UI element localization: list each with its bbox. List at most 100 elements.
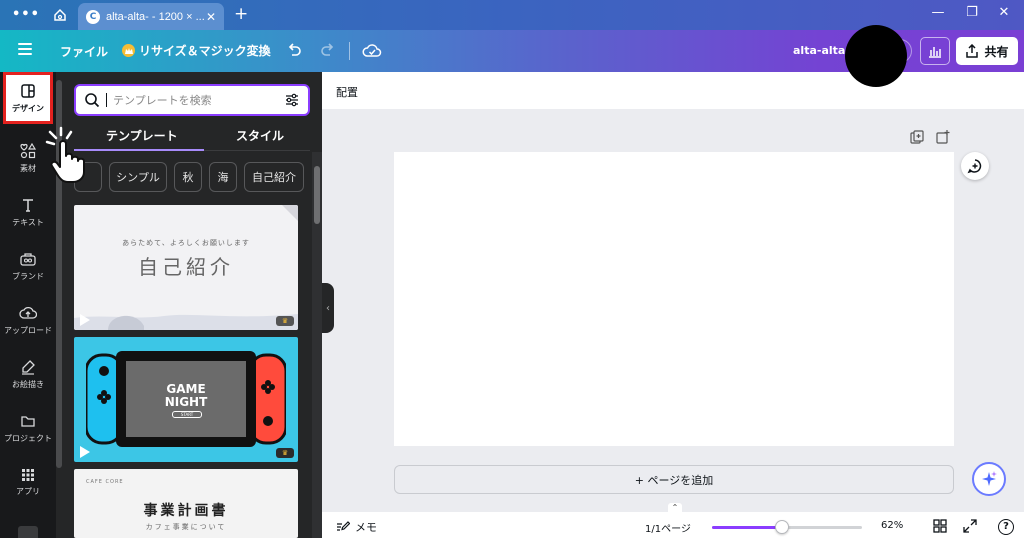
premium-crown-icon: ♛: [276, 316, 294, 326]
bar-chart-icon: [929, 47, 941, 58]
chip-simple[interactable]: シンプル: [109, 162, 167, 192]
rail-label: プロジェクト: [4, 433, 52, 443]
redo-icon[interactable]: [319, 40, 337, 58]
text-caret: [106, 93, 107, 107]
crown-icon: [122, 44, 135, 57]
design-page[interactable]: [394, 152, 954, 446]
rail-item-design[interactable]: デザイン: [3, 72, 53, 124]
template-search-input[interactable]: [113, 93, 284, 107]
filter-sliders-icon[interactable]: [284, 92, 300, 108]
magic-assistant-button[interactable]: [972, 462, 1006, 496]
help-button[interactable]: ?: [998, 519, 1014, 535]
magic-resize-button[interactable]: リサイズ＆マジック変換: [122, 42, 271, 59]
folder-icon: [21, 415, 35, 427]
tab-title: alta-alta- - 1200 × ...: [106, 10, 205, 23]
share-label: 共有: [984, 44, 1009, 59]
chip-self-intro[interactable]: 自己紹介: [244, 162, 304, 192]
notes-label: メモ: [355, 521, 377, 534]
active-tab-indicator: [74, 149, 204, 151]
page-counter[interactable]: 1/1ページ: [645, 520, 691, 535]
tab-styles[interactable]: スタイル: [236, 127, 284, 144]
comment-icon: [967, 159, 982, 174]
share-button[interactable]: 共有: [956, 37, 1018, 65]
rail-item-brand[interactable]: ブランド: [0, 240, 56, 292]
template-subtitle: カフェ事業について: [145, 523, 227, 531]
panel-scrollbar-thumb[interactable]: [314, 166, 320, 224]
template-brand: CAFE CORE: [86, 479, 124, 485]
template-game-title-line2: NIGHT: [164, 395, 208, 409]
zoom-slider-fill: [712, 526, 778, 529]
context-toolbar: [322, 72, 1024, 109]
search-icon: [85, 93, 100, 108]
duplicate-page-icon[interactable]: [910, 130, 924, 144]
chip-autumn[interactable]: 秋: [174, 162, 202, 192]
apps-icon: [22, 468, 34, 481]
sparkle-icon: [982, 471, 997, 486]
page-curl-icon: [282, 205, 298, 221]
chip-row: シンプル 秋 海 自己紹介: [74, 162, 304, 192]
expand-pages-icon[interactable]: ⌃: [668, 503, 682, 512]
wave-decoration: [74, 314, 298, 330]
canva-favicon-icon: C: [86, 9, 100, 24]
template-card-self-intro[interactable]: あらためて、よろしくお願いします 自己紹介 ♛: [74, 205, 298, 330]
fullscreen-icon[interactable]: [963, 519, 977, 533]
collapse-panel-button[interactable]: ‹: [322, 283, 334, 333]
avatar[interactable]: [845, 25, 907, 87]
rail-item-upload[interactable]: アップロード: [0, 294, 56, 346]
document-title[interactable]: alta-alta-: [793, 44, 850, 57]
template-search-box[interactable]: [74, 84, 310, 116]
zoom-level[interactable]: 62%: [881, 520, 903, 531]
template-title: 事業計画書: [143, 503, 229, 519]
template-card-game-night[interactable]: GAME NIGHT START ♛: [74, 337, 298, 462]
template-game-title: GAME NIGHT: [74, 383, 298, 409]
play-icon: [80, 446, 90, 458]
rail-item-projects[interactable]: プロジェクト: [0, 402, 56, 454]
share-upload-icon: [966, 44, 979, 58]
brand-icon: [20, 252, 36, 266]
template-title: 自己紹介: [138, 255, 234, 279]
browser-tab[interactable]: C alta-alta- - 1200 × ... ✕: [78, 3, 224, 30]
rail-label: ブランド: [12, 271, 44, 281]
undo-icon[interactable]: [285, 40, 303, 58]
chip-sea[interactable]: 海: [209, 162, 237, 192]
rail-bottom-tab[interactable]: [18, 526, 38, 538]
browser-menu-icon[interactable]: •••: [12, 7, 40, 22]
tab-close-icon[interactable]: ✕: [206, 10, 216, 24]
add-page-icon[interactable]: [936, 130, 950, 144]
add-comment-button[interactable]: [961, 152, 989, 180]
rail-label: お絵描き: [12, 379, 44, 389]
rail-label: 素材: [20, 163, 36, 173]
elements-icon: [20, 142, 37, 158]
cloud-saved-icon[interactable]: [362, 41, 382, 61]
menu-icon[interactable]: [18, 43, 32, 55]
rail-label: アップロード: [4, 325, 52, 335]
template-card-business-plan[interactable]: CAFE CORE 事業計画書 カフェ事業について: [74, 469, 298, 538]
position-button[interactable]: 配置: [336, 84, 358, 100]
layout-icon: [21, 83, 35, 98]
add-page-button[interactable]: + ページを追加: [394, 465, 954, 494]
header-divider: [349, 42, 350, 60]
draw-icon: [22, 359, 35, 375]
insights-button[interactable]: [920, 37, 950, 65]
notes-pencil-icon: [337, 521, 350, 531]
rail-item-text[interactable]: テキスト: [0, 186, 56, 238]
window-close-icon[interactable]: ✕: [994, 5, 1014, 20]
template-start-badge: START: [172, 411, 202, 418]
magic-resize-label: リサイズ＆マジック変換: [139, 44, 271, 58]
restore-icon[interactable]: ❐: [962, 5, 982, 20]
home-icon[interactable]: [52, 7, 68, 23]
rail-label: テキスト: [12, 217, 44, 227]
zoom-slider-handle[interactable]: [775, 520, 789, 534]
minimize-icon[interactable]: —: [928, 5, 948, 20]
text-icon: [23, 198, 33, 212]
hand-cursor-icon: [45, 126, 85, 183]
grid-view-icon[interactable]: [933, 519, 947, 533]
notes-button[interactable]: メモ: [336, 519, 377, 535]
rail-item-apps[interactable]: アプリ: [0, 456, 56, 508]
rail-item-draw[interactable]: お絵描き: [0, 348, 56, 400]
tab-templates[interactable]: テンプレート: [106, 127, 178, 144]
new-tab-button[interactable]: +: [234, 4, 248, 24]
file-menu-button[interactable]: ファイル: [60, 43, 108, 60]
upload-icon: [19, 306, 37, 319]
template-subtitle: あらためて、よろしくお願いします: [122, 239, 250, 247]
